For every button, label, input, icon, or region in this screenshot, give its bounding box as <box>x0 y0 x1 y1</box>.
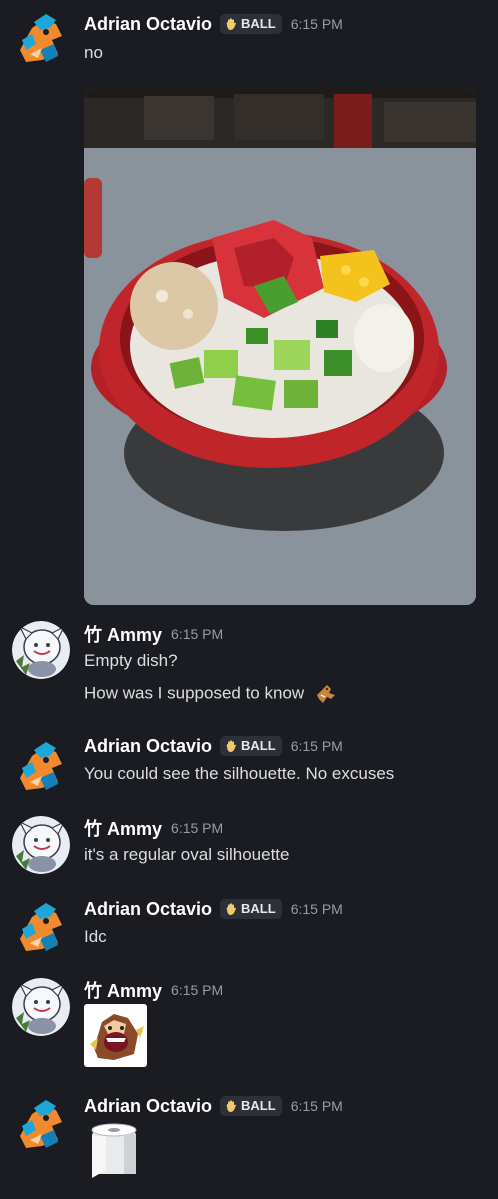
message-text-content: How was I supposed to know <box>84 683 305 703</box>
timestamp: 6:15 PM <box>171 820 224 836</box>
white-wolf-avatar-icon[interactable] <box>12 816 70 874</box>
tag-label: BALL <box>241 16 276 31</box>
gingerbread-emoji-icon[interactable] <box>313 683 337 705</box>
timestamp: 6:15 PM <box>290 16 343 32</box>
author-name[interactable]: 竹 Ammy <box>84 815 162 841</box>
message-header: Adrian Octavio BALL 6:15 PM <box>84 734 343 758</box>
hand-icon <box>224 17 238 31</box>
guild-tag[interactable]: BALL <box>220 736 282 756</box>
guild-tag[interactable]: BALL <box>220 899 282 919</box>
blue-dragon-avatar-icon[interactable] <box>12 738 70 796</box>
blue-dragon-avatar-icon[interactable] <box>12 899 70 957</box>
author-name[interactable]: 竹 Ammy <box>84 977 162 1003</box>
tag-label: BALL <box>241 1098 276 1113</box>
author-name[interactable]: Adrian Octavio <box>84 736 212 757</box>
hand-icon <box>224 1099 238 1113</box>
message-header: 竹 Ammy 6:15 PM <box>84 622 223 646</box>
shouting-creature-sticker-icon[interactable] <box>84 1004 147 1067</box>
white-wolf-avatar-icon[interactable] <box>12 621 70 679</box>
message-text: Idc <box>84 927 107 946</box>
message-header: Adrian Octavio BALL 6:15 PM <box>84 1094 343 1118</box>
timestamp: 6:15 PM <box>290 901 343 917</box>
message-header: Adrian Octavio BALL 6:15 PM <box>84 897 343 921</box>
hand-icon <box>224 902 238 916</box>
hand-icon <box>224 739 238 753</box>
tag-label: BALL <box>241 901 276 916</box>
poke-bowl-photo[interactable] <box>84 88 476 605</box>
guild-tag[interactable]: BALL <box>220 14 282 34</box>
message-text: no <box>84 43 103 62</box>
message-header: 竹 Ammy 6:15 PM <box>84 816 223 840</box>
white-wolf-avatar-icon[interactable] <box>12 978 70 1036</box>
author-name[interactable]: 竹 Ammy <box>84 621 162 647</box>
timestamp: 6:15 PM <box>290 1098 343 1114</box>
tag-label: BALL <box>241 738 276 753</box>
message-header: 竹 Ammy 6:15 PM <box>84 978 223 1002</box>
blue-dragon-avatar-icon[interactable] <box>12 1096 70 1154</box>
message-header: Adrian Octavio BALL 6:15 PM <box>84 12 343 36</box>
timestamp: 6:15 PM <box>171 626 224 642</box>
timestamp: 6:15 PM <box>290 738 343 754</box>
blue-dragon-avatar-icon[interactable] <box>12 10 70 68</box>
toilet-paper-sticker-icon[interactable] <box>84 1120 147 1183</box>
message-text-2: How was I supposed to know <box>84 683 337 705</box>
author-name[interactable]: Adrian Octavio <box>84 899 212 920</box>
author-name[interactable]: Adrian Octavio <box>84 1096 212 1117</box>
message-text: it's a regular oval silhouette <box>84 845 290 864</box>
message-text: You could see the silhouette. No excuses <box>84 764 395 783</box>
guild-tag[interactable]: BALL <box>220 1096 282 1116</box>
timestamp: 6:15 PM <box>171 982 224 998</box>
message-text: Empty dish? <box>84 651 178 670</box>
author-name[interactable]: Adrian Octavio <box>84 14 212 35</box>
